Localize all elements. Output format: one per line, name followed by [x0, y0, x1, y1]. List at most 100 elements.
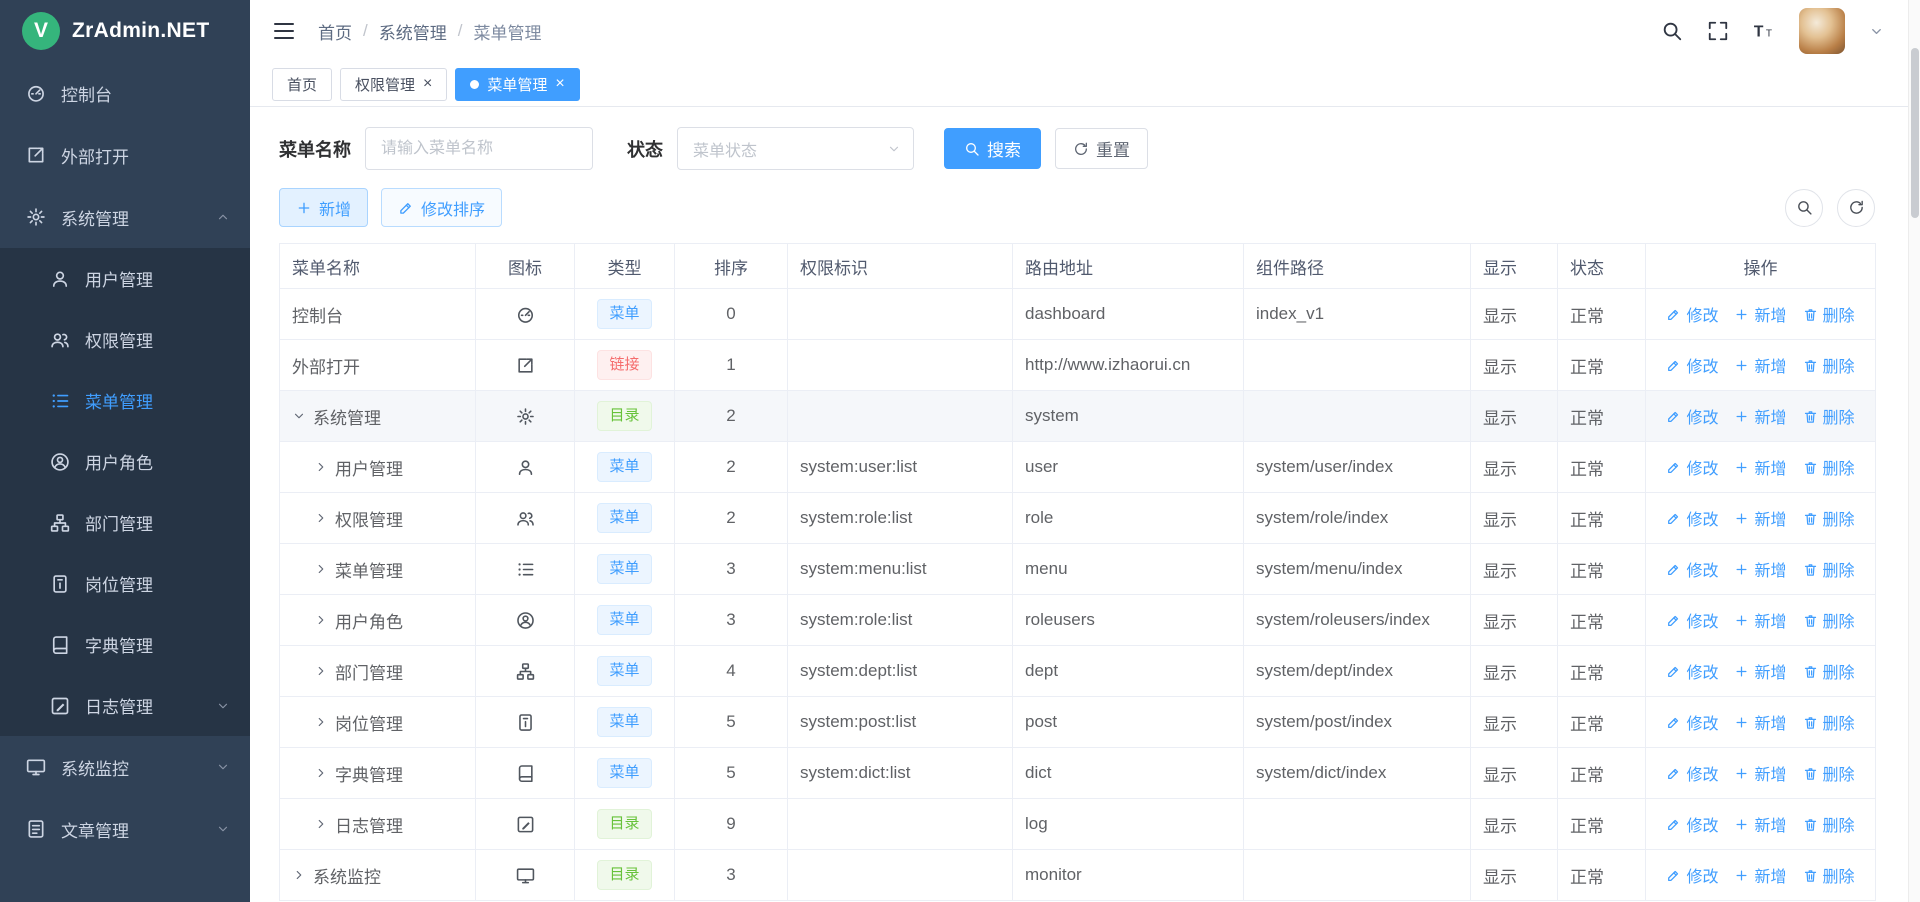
edit-link[interactable]: 修改	[1666, 812, 1718, 836]
header-actions: TT	[1661, 8, 1884, 54]
add-link[interactable]: 新增	[1734, 404, 1786, 428]
table-row[interactable]: 系统监控目录3monitor显示正常修改新增删除	[280, 850, 1876, 901]
delete-link[interactable]: 删除	[1803, 659, 1855, 683]
edit-link[interactable]: 修改	[1666, 659, 1718, 683]
collapse-sidebar-icon[interactable]	[272, 19, 296, 43]
add-link[interactable]: 新增	[1734, 863, 1786, 887]
table-row[interactable]: 菜单管理菜单3system:menu:listmenusystem/menu/i…	[280, 544, 1876, 595]
sidebar-item-dept[interactable]: 部门管理	[0, 492, 250, 553]
delete-link[interactable]: 删除	[1803, 557, 1855, 581]
close-icon[interactable]: ×	[423, 76, 432, 92]
table-row[interactable]: 用户管理菜单2system:user:listusersystem/user/i…	[280, 442, 1876, 493]
delete-link[interactable]: 删除	[1803, 710, 1855, 734]
column-header: 排序	[675, 244, 788, 289]
scrollbar-thumb[interactable]	[1911, 48, 1919, 218]
menu-name-cell[interactable]: 用户管理	[292, 455, 463, 480]
font-size-icon[interactable]: TT	[1753, 20, 1775, 42]
sidebar-item-menu[interactable]: 菜单管理	[0, 370, 250, 431]
edit-link[interactable]: 修改	[1666, 710, 1718, 734]
edit-link[interactable]: 修改	[1666, 404, 1718, 428]
search-icon[interactable]	[1661, 20, 1683, 42]
table-row[interactable]: 日志管理目录9log显示正常修改新增删除	[280, 799, 1876, 850]
delete-link[interactable]: 删除	[1803, 863, 1855, 887]
tab-menu[interactable]: 菜单管理×	[455, 68, 579, 101]
menu-name-cell[interactable]: 系统管理	[292, 404, 463, 429]
delete-link[interactable]: 删除	[1803, 455, 1855, 479]
add-link[interactable]: 新增	[1734, 812, 1786, 836]
edit-link[interactable]: 修改	[1666, 302, 1718, 326]
edit-link[interactable]: 修改	[1666, 455, 1718, 479]
table-refresh-button[interactable]	[1837, 189, 1875, 227]
avatar[interactable]	[1799, 8, 1845, 54]
breadcrumb-item[interactable]: 系统管理	[379, 19, 447, 44]
table-row[interactable]: 控制台菜单0dashboardindex_v1显示正常修改新增删除	[280, 289, 1876, 340]
table-row[interactable]: 用户角色菜单3system:role:listroleuserssystem/r…	[280, 595, 1876, 646]
sidebar-item-dict[interactable]: 字典管理	[0, 614, 250, 675]
sidebar-item-user[interactable]: 用户管理	[0, 248, 250, 309]
sort-button[interactable]: 修改排序	[381, 188, 502, 227]
add-link[interactable]: 新增	[1734, 608, 1786, 632]
sidebar-item-monitor[interactable]: 系统监控	[0, 736, 250, 798]
delete-link[interactable]: 删除	[1803, 353, 1855, 377]
menu-name-cell[interactable]: 岗位管理	[292, 710, 463, 735]
edit-link[interactable]: 修改	[1666, 353, 1718, 377]
breadcrumb-item[interactable]: 菜单管理	[473, 19, 541, 44]
edit-link[interactable]: 修改	[1666, 863, 1718, 887]
add-link[interactable]: 新增	[1734, 302, 1786, 326]
menu-name-cell[interactable]: 部门管理	[292, 659, 463, 684]
tab-role[interactable]: 权限管理×	[340, 68, 447, 101]
delete-link[interactable]: 删除	[1803, 506, 1855, 530]
breadcrumb-item[interactable]: 首页	[318, 19, 352, 44]
table-row[interactable]: 系统管理目录2system显示正常修改新增删除	[280, 391, 1876, 442]
menu-name-cell[interactable]: 菜单管理	[292, 557, 463, 582]
sidebar-item-post[interactable]: 岗位管理	[0, 553, 250, 614]
edit-link[interactable]: 修改	[1666, 557, 1718, 581]
table-search-button[interactable]	[1785, 189, 1823, 227]
table-row[interactable]: 部门管理菜单4system:dept:listdeptsystem/dept/i…	[280, 646, 1876, 697]
table-row[interactable]: 字典管理菜单5system:dict:listdictsystem/dict/i…	[280, 748, 1876, 799]
sidebar-item-system[interactable]: 系统管理	[0, 186, 250, 248]
component-cell	[1244, 391, 1471, 442]
delete-link[interactable]: 删除	[1803, 608, 1855, 632]
sidebar-item-roleusers[interactable]: 用户角色	[0, 431, 250, 492]
sidebar-item-article[interactable]: 文章管理	[0, 798, 250, 860]
sidebar-item-external[interactable]: 外部打开	[0, 124, 250, 186]
menu-name-cell[interactable]: 用户角色	[292, 608, 463, 633]
menu-name-cell[interactable]: 字典管理	[292, 761, 463, 786]
edit-link[interactable]: 修改	[1666, 506, 1718, 530]
browser-scrollbar[interactable]	[1908, 0, 1920, 902]
add-link[interactable]: 新增	[1734, 710, 1786, 734]
tab-home[interactable]: 首页	[272, 68, 332, 101]
table-row[interactable]: 外部打开链接1http://www.izhaorui.cn显示正常修改新增删除	[280, 340, 1876, 391]
menu-name-cell[interactable]: 权限管理	[292, 506, 463, 531]
table-row[interactable]: 权限管理菜单2system:role:listrolesystem/role/i…	[280, 493, 1876, 544]
delete-link[interactable]: 删除	[1803, 761, 1855, 785]
caret-down-icon[interactable]	[1869, 24, 1884, 39]
add-link[interactable]: 新增	[1734, 455, 1786, 479]
add-link[interactable]: 新增	[1734, 557, 1786, 581]
edit-link[interactable]: 修改	[1666, 608, 1718, 632]
add-link[interactable]: 新增	[1734, 506, 1786, 530]
add-link[interactable]: 新增	[1734, 659, 1786, 683]
sidebar-item-dashboard[interactable]: 控制台	[0, 62, 250, 124]
close-icon[interactable]: ×	[555, 76, 564, 92]
delete-link[interactable]: 删除	[1803, 404, 1855, 428]
menu-name-input[interactable]	[365, 127, 593, 170]
add-link[interactable]: 新增	[1734, 353, 1786, 377]
add-button[interactable]: 新增	[279, 188, 368, 227]
add-link[interactable]: 新增	[1734, 761, 1786, 785]
status-select[interactable]: 菜单状态	[677, 127, 914, 170]
search-button[interactable]: 搜索	[944, 128, 1041, 169]
edit-link[interactable]: 修改	[1666, 761, 1718, 785]
table-row[interactable]: 岗位管理菜单5system:post:listpostsystem/post/i…	[280, 697, 1876, 748]
fullscreen-icon[interactable]	[1707, 20, 1729, 42]
reset-button[interactable]: 重置	[1055, 128, 1148, 169]
delete-link[interactable]: 删除	[1803, 302, 1855, 326]
menu-name-cell[interactable]: 系统监控	[292, 863, 463, 888]
sidebar-item-log[interactable]: 日志管理	[0, 675, 250, 736]
sidebar-item-role[interactable]: 权限管理	[0, 309, 250, 370]
delete-link[interactable]: 删除	[1803, 812, 1855, 836]
chevron-right-icon	[314, 766, 328, 780]
menu-name-cell[interactable]: 日志管理	[292, 812, 463, 837]
column-header: 类型	[575, 244, 675, 289]
